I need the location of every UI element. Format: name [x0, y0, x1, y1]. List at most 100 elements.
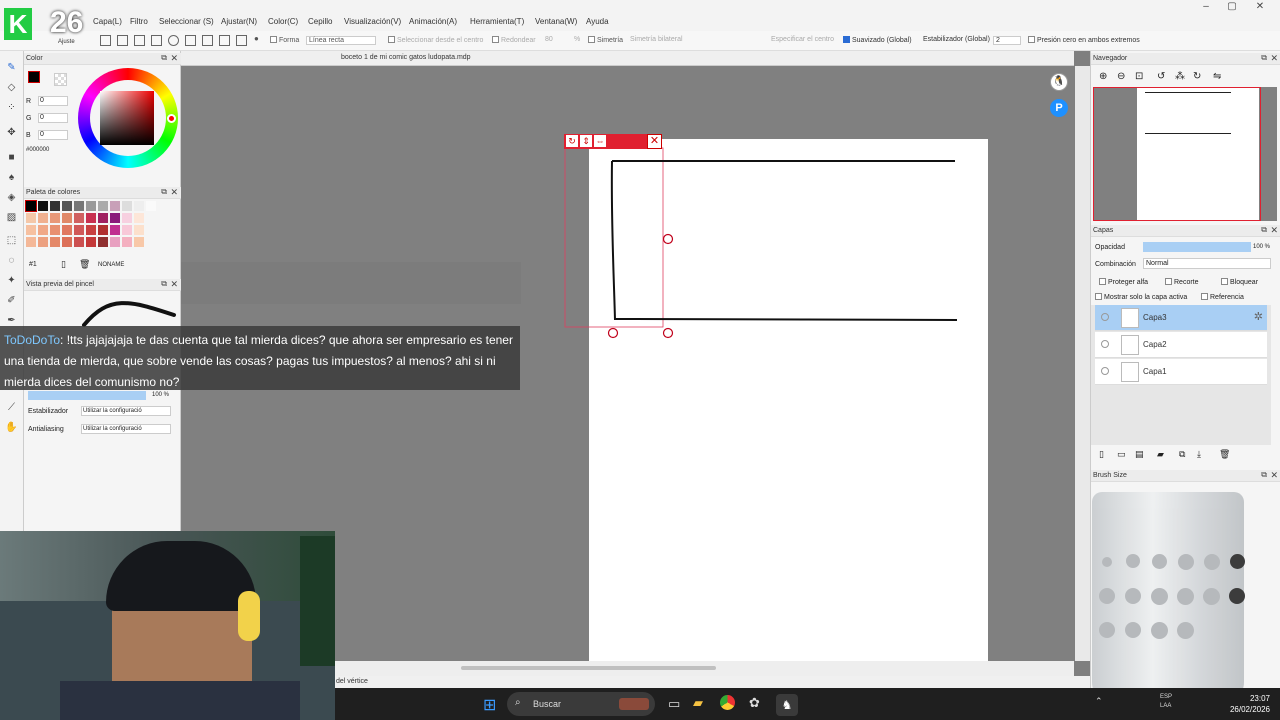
- menu-animacion[interactable]: Animación(A): [409, 17, 457, 26]
- hex-value[interactable]: #000000: [26, 147, 49, 153]
- swatch[interactable]: [134, 213, 144, 223]
- menu-ventana[interactable]: Ventana(W): [535, 17, 577, 26]
- frame-icon[interactable]: [202, 35, 213, 46]
- menu-capa[interactable]: Capa(L): [93, 17, 122, 26]
- control-handle[interactable]: [607, 327, 619, 339]
- navigator-preview[interactable]: [1093, 87, 1277, 221]
- menu-visualizacion[interactable]: Visualización(V): [344, 17, 401, 26]
- new-palette-icon[interactable]: ▯: [61, 259, 66, 270]
- visibility-icon[interactable]: [1101, 367, 1109, 375]
- trash-icon[interactable]: 🗑: [1219, 449, 1230, 460]
- forma-select[interactable]: Línea recta: [306, 36, 376, 45]
- navigator-viewport[interactable]: [1093, 87, 1261, 221]
- penguin-icon[interactable]: 🐧: [1050, 73, 1068, 91]
- swatch[interactable]: [110, 201, 120, 211]
- swatch[interactable]: [122, 237, 132, 247]
- swatch[interactable]: [74, 213, 84, 223]
- language-indicator[interactable]: ESP LAA: [1160, 693, 1172, 711]
- panel-menu-icon[interactable]: ⧉: [1261, 225, 1267, 235]
- panel-menu-icon[interactable]: ⧉: [161, 53, 167, 63]
- close-icon[interactable]: ✕: [1270, 53, 1278, 64]
- new-raster-layer-icon[interactable]: ▯: [1099, 449, 1104, 460]
- flip-icon[interactable]: ⇋: [1213, 71, 1221, 82]
- minimize-button[interactable]: –: [1200, 1, 1212, 12]
- gear-icon[interactable]: ✲: [1254, 310, 1263, 323]
- perspective-icon[interactable]: [151, 35, 162, 46]
- swatch[interactable]: [146, 201, 156, 211]
- drawing-layer[interactable]: [560, 130, 980, 345]
- hand-tool-icon[interactable]: ✋: [5, 421, 18, 434]
- sub-color-swatch[interactable]: [54, 73, 67, 86]
- layer-row[interactable]: Capa3 ✲: [1095, 305, 1267, 331]
- copy-layer-icon[interactable]: ⧉: [1179, 449, 1185, 460]
- blend-mode-select[interactable]: Normal: [1143, 258, 1271, 269]
- fill-tool-icon[interactable]: ■: [5, 151, 18, 164]
- new-layer-icon[interactable]: ▤: [1135, 449, 1144, 460]
- forma-checkbox[interactable]: Forma: [270, 36, 299, 44]
- p-icon[interactable]: P: [1050, 99, 1068, 117]
- swatch[interactable]: [98, 213, 108, 223]
- lasso-tool-icon[interactable]: ◌: [5, 254, 18, 267]
- rotate-icon[interactable]: ↻: [566, 135, 578, 147]
- close-transform-button[interactable]: ✕: [647, 134, 662, 149]
- swatch[interactable]: [74, 237, 84, 247]
- windows-start-icon[interactable]: ⊞: [483, 695, 496, 715]
- swatch[interactable]: [62, 213, 72, 223]
- swatch[interactable]: [38, 225, 48, 235]
- g-input[interactable]: 0: [38, 113, 68, 123]
- maximize-button[interactable]: ▢: [1226, 1, 1238, 12]
- menu-filtro[interactable]: Filtro: [130, 17, 148, 26]
- swatch[interactable]: [122, 225, 132, 235]
- seleccionar-centro-checkbox[interactable]: Seleccionar desde el centro: [388, 36, 483, 44]
- panel-menu-icon[interactable]: ⧉: [161, 279, 167, 289]
- pen-tool-icon[interactable]: ✎: [5, 61, 18, 74]
- transform-icon[interactable]: [185, 35, 196, 46]
- panel-menu-icon[interactable]: ⧉: [1261, 53, 1267, 63]
- menu-ajustar[interactable]: Ajustar(N): [221, 17, 257, 26]
- hue-handle[interactable]: [167, 114, 176, 123]
- swatch[interactable]: [86, 213, 96, 223]
- swatch[interactable]: [50, 225, 60, 235]
- swatch[interactable]: [74, 201, 84, 211]
- panel-icon[interactable]: [236, 35, 247, 46]
- swatch[interactable]: [134, 225, 144, 235]
- swatch[interactable]: [98, 225, 108, 235]
- vertical-scrollbar[interactable]: [1075, 66, 1090, 661]
- swatch[interactable]: [122, 201, 132, 211]
- close-icon[interactable]: ✕: [1270, 470, 1278, 481]
- task-view-icon[interactable]: ▭: [668, 696, 680, 712]
- selection-tool-icon[interactable]: ⬚: [5, 234, 18, 247]
- swatch[interactable]: [50, 237, 60, 247]
- b-input[interactable]: 0: [38, 130, 68, 140]
- clip-studio-icon[interactable]: ♞: [776, 694, 798, 716]
- tray-arrow-icon[interactable]: ⌃: [1095, 696, 1103, 707]
- palette-slot-select[interactable]: #1: [29, 261, 37, 268]
- rotate-right-icon[interactable]: ↻: [1193, 71, 1201, 82]
- swatch[interactable]: [86, 237, 96, 247]
- chrome-icon[interactable]: [720, 695, 735, 710]
- mostrar-solo-checkbox[interactable]: Mostrar solo la capa activa: [1095, 293, 1187, 301]
- fit-icon[interactable]: ⊡: [1135, 71, 1143, 82]
- grid-icon[interactable]: [100, 35, 111, 46]
- app-icon[interactable]: ✿: [749, 695, 760, 711]
- wand-tool-icon[interactable]: ✦: [5, 274, 18, 287]
- document-tab[interactable]: boceto 1 de mi comic gatos ludopata.mdp: [341, 54, 471, 61]
- layer-row[interactable]: Capa1: [1095, 359, 1267, 385]
- close-icon[interactable]: ✕: [170, 279, 178, 290]
- panel-menu-icon[interactable]: ⧉: [1261, 470, 1267, 480]
- control-handle[interactable]: [662, 327, 674, 339]
- text-tool-icon[interactable]: ✐: [5, 294, 18, 307]
- main-color-swatch[interactable]: [28, 71, 40, 83]
- redondear-value[interactable]: 80: [545, 36, 553, 43]
- layer-row[interactable]: Capa2: [1095, 332, 1267, 358]
- brush-tool-icon[interactable]: ♠: [5, 171, 18, 184]
- swatch[interactable]: [122, 213, 132, 223]
- flip-horizontal-icon[interactable]: ⇔: [594, 135, 606, 147]
- trash-icon[interactable]: 🗑: [79, 259, 90, 270]
- file-explorer-icon[interactable]: ▰: [693, 695, 703, 711]
- swatch[interactable]: [98, 237, 108, 247]
- bloquear-checkbox[interactable]: Bloquear: [1221, 278, 1258, 286]
- swatch[interactable]: [26, 213, 36, 223]
- crosshair-icon[interactable]: [117, 35, 128, 46]
- control-handle[interactable]: [662, 233, 674, 245]
